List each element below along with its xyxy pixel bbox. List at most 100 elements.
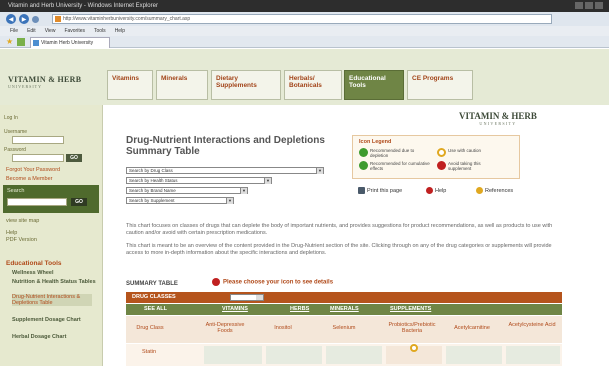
choose-icon-notice: Please choose your icon to see details xyxy=(212,278,333,286)
table-cell[interactable] xyxy=(506,346,560,364)
table-cell[interactable] xyxy=(266,346,322,364)
filter-vitamins[interactable]: VITAMINS xyxy=(222,306,248,312)
sidebar-item-herbal-dosage[interactable]: Herbal Dosage Chart xyxy=(12,334,66,340)
search-label: Search xyxy=(7,188,25,194)
tab-herbals-botanicals[interactable]: Herbals/ Botanicals xyxy=(284,70,342,100)
tab-ce-programs[interactable]: CE Programs xyxy=(407,70,473,100)
drug-class-filter-select[interactable] xyxy=(230,294,264,301)
tab-label: Vitamin Herb University xyxy=(41,40,94,46)
print-page-label: Print this page xyxy=(367,187,403,194)
drug-class-select[interactable]: Search by Drug Class ▼ xyxy=(126,167,324,174)
minimize-button[interactable] xyxy=(575,2,583,9)
username-input[interactable] xyxy=(12,136,64,144)
brand-name-select[interactable]: Search by Brand Name ▼ xyxy=(126,187,248,194)
menu-file[interactable]: File xyxy=(10,26,18,36)
intro-paragraph-1: This chart focuses on classes of drugs t… xyxy=(126,223,553,236)
help-link[interactable]: Help xyxy=(6,230,17,236)
site-map-link[interactable]: view site map xyxy=(6,218,39,224)
supplement-select-value: Search by Supplement xyxy=(129,198,175,203)
table-row: Statin xyxy=(126,344,562,366)
search-input[interactable] xyxy=(7,198,67,206)
menu-edit[interactable]: Edit xyxy=(27,26,36,36)
address-bar: ◀ ▶ http://www.vitaminherbuniversity.com… xyxy=(0,12,609,26)
legend-item-depletion: Recommended due to depletion xyxy=(370,148,415,158)
history-dropdown-icon[interactable] xyxy=(32,15,39,23)
become-member-link[interactable]: Become a Member xyxy=(6,176,52,182)
favorites-star-icon[interactable]: ★ xyxy=(6,38,14,46)
table-cell[interactable] xyxy=(326,346,382,364)
pdf-version-link[interactable]: PDF Version xyxy=(6,237,37,243)
chevron-down-icon xyxy=(256,295,263,300)
drug-class-link[interactable]: Statin xyxy=(142,349,156,355)
tab-minerals[interactable]: Minerals xyxy=(156,70,208,100)
health-status-select[interactable]: Search by Health Status ▼ xyxy=(126,177,272,184)
sidebar-item-wellness-wheel[interactable]: Wellness Wheel xyxy=(12,270,53,276)
filter-see-all[interactable]: SEE ALL xyxy=(144,306,167,312)
window-titlebar: Vitamin and Herb University - Windows In… xyxy=(0,0,609,12)
menu-view[interactable]: View xyxy=(45,26,56,36)
caution-icon xyxy=(437,148,446,157)
health-status-select-value: Search by Health Status xyxy=(129,178,178,183)
column-header: Anti-Depressive Foods xyxy=(205,322,245,334)
forgot-password-link[interactable]: Forgot Your Password xyxy=(6,167,60,173)
references-link[interactable]: References xyxy=(476,187,513,194)
table-cell[interactable] xyxy=(204,346,262,364)
favorites-bar: ★ Vitamin Herb University xyxy=(0,36,609,48)
browser-tab[interactable]: Vitamin Herb University xyxy=(30,37,110,48)
help-icon xyxy=(426,187,433,194)
supplement-select[interactable]: Search by Supplement ▼ xyxy=(126,197,234,204)
tab-vitamins[interactable]: Vitamins xyxy=(107,70,153,100)
password-label: Password xyxy=(4,147,26,153)
legend-item-cumulative: Recommended for cumulative effects xyxy=(370,161,430,171)
category-filter-row: SEE ALL VITAMINS HERBS MINERALS SUPPLEME… xyxy=(126,304,562,315)
sidebar-item-nutrition-tables[interactable]: Nutrition & Health Status Tables xyxy=(12,279,100,285)
sidebar-item-drug-nutrient-table[interactable]: Drug-Nutrient Interactions & Depletions … xyxy=(12,294,92,306)
table-cell[interactable] xyxy=(446,346,502,364)
caution-icon[interactable] xyxy=(410,344,418,352)
tab-favicon-icon xyxy=(33,40,39,46)
drug-class-select-value: Search by Drug Class xyxy=(129,168,173,173)
filter-minerals[interactable]: MINERALS xyxy=(330,306,359,312)
menu-favorites[interactable]: Favorites xyxy=(64,26,85,36)
column-header: Selenium xyxy=(332,325,356,331)
maximize-button[interactable] xyxy=(585,2,593,9)
window-title: Vitamin and Herb University - Windows In… xyxy=(8,3,158,9)
add-favorite-icon[interactable] xyxy=(17,38,25,46)
references-label: References xyxy=(485,187,514,194)
table-cell[interactable] xyxy=(386,344,442,364)
filter-herbs[interactable]: HERBS xyxy=(290,306,309,312)
avoid-icon xyxy=(437,161,446,170)
content-logo-line2: UNIVERSITY xyxy=(479,121,517,126)
close-button[interactable] xyxy=(595,2,603,9)
print-page-link[interactable]: Print this page xyxy=(358,187,402,194)
tab-vitamins-label: Vitamins xyxy=(112,75,139,82)
password-input[interactable] xyxy=(12,154,64,162)
legend-title: Icon Legend xyxy=(359,139,392,145)
login-go-button[interactable]: GO xyxy=(66,154,82,162)
printer-icon xyxy=(358,187,365,194)
filter-supplements[interactable]: SUPPLEMENTS xyxy=(390,306,431,312)
search-go-button[interactable]: GO xyxy=(71,198,87,206)
column-header: Acetylcarnitine xyxy=(454,325,490,331)
menu-help[interactable]: Help xyxy=(115,26,125,36)
tab-educational-tools[interactable]: Educational Tools xyxy=(344,70,404,100)
intro-paragraph-2: This chart is meant to be an overview of… xyxy=(126,243,552,256)
main-content: VITAMIN & HERB UNIVERSITY Drug-Nutrient … xyxy=(104,105,590,366)
back-button[interactable]: ◀ xyxy=(6,14,16,24)
page-title: Drug-Nutrient Interactions and Depletion… xyxy=(126,135,325,157)
url-text: http://www.vitaminherbuniversity.com/sum… xyxy=(63,16,191,22)
tab-educational-tools-label: Educational Tools xyxy=(349,75,386,89)
forward-button[interactable]: ▶ xyxy=(19,14,29,24)
chevron-down-icon: ▼ xyxy=(226,198,233,204)
url-input[interactable]: http://www.vitaminherbuniversity.com/sum… xyxy=(52,14,552,24)
table-header-row: Drug Class Anti-Depressive Foods Inosito… xyxy=(126,316,562,343)
tab-dietary-supplements[interactable]: Dietary Supplements xyxy=(211,70,281,100)
brand-name-select-value: Search by Brand Name xyxy=(129,188,176,193)
menu-tools[interactable]: Tools xyxy=(94,26,106,36)
site-logo[interactable]: VITAMIN & HERB UNIVERSITY xyxy=(8,75,81,89)
tab-minerals-label: Minerals xyxy=(161,75,188,82)
column-header: Inositol xyxy=(274,325,292,331)
sidebar-item-supplement-dosage[interactable]: Supplement Dosage Chart xyxy=(12,317,92,323)
help-link-main[interactable]: Help xyxy=(426,187,446,194)
check-icon xyxy=(359,161,368,170)
